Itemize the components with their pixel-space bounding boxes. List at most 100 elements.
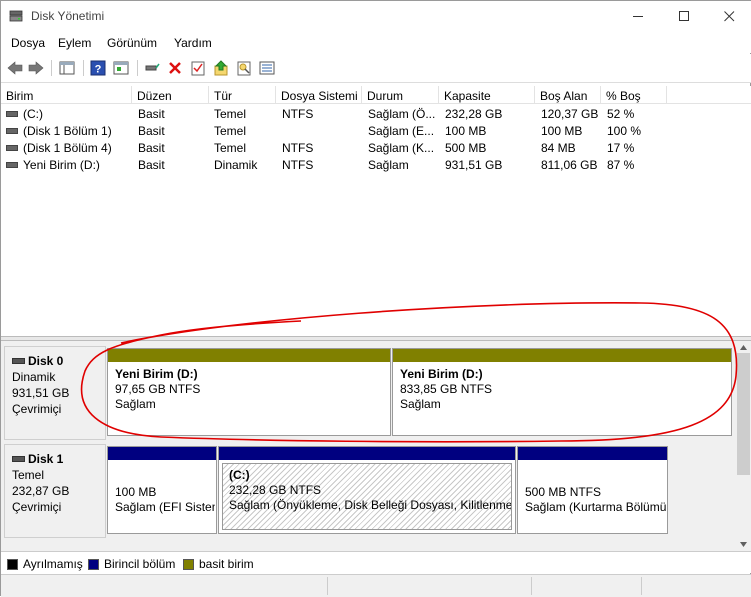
partition-title: Yeni Birim (D:) [115,367,198,381]
forward-button[interactable] [26,59,46,77]
table-row[interactable]: Yeni Birim (D:) Basit Dinamik NTFS Sağla… [1,156,751,173]
list-icon [259,61,275,75]
list-button[interactable] [257,59,277,77]
partition-disk1-2[interactable]: (C:) 232,28 GB NTFS Sağlam (Önyükleme, D… [218,446,516,534]
cell-birim: Yeni Birim (D:) [23,158,100,172]
cell-kapasite: 100 MB [445,124,487,138]
connect-icon [145,63,160,71]
cell-kapasite: 500 MB [445,141,487,155]
scroll-down-icon[interactable] [740,542,747,547]
menu-dosya[interactable]: Dosya [11,36,45,50]
partition-status: Sağlam [115,397,156,411]
menu-gorunum[interactable]: Görünüm [107,36,157,50]
legend-swatch [7,558,18,570]
column-header-yuzde-bos[interactable]: % Boş [601,86,667,104]
vertical-scrollbar[interactable] [735,341,751,551]
cell-bos-alan: 120,37 GB [541,107,599,121]
volume-icon [6,127,18,134]
minimize-icon [632,15,643,17]
partition-disk0-2[interactable]: Yeni Birim (D:) 833,85 GB NTFS Sağlam [392,348,732,436]
search-button[interactable] [234,59,254,77]
partition-status: Sağlam (Kurtarma Bölümü [525,500,666,514]
partition-status: Sağlam (EFI Sisten [115,500,215,514]
column-header-duzen[interactable]: Düzen [132,86,209,104]
cell-durum: Sağlam (Ö... [368,107,436,121]
table-header: Birim Düzen Tür Dosya Sistemi Durum Kapa… [1,86,751,104]
cell-bos-alan: 100 MB [541,124,583,138]
partition-bar-primary [518,447,667,460]
checklist-button[interactable] [188,59,208,77]
cell-dosya-sistemi [282,122,362,139]
cell-tur: Dinamik [214,158,258,172]
column-header-tur[interactable]: Tür [209,86,276,104]
disk-state: Çevrimiçi [12,402,62,416]
toolbar-separator [83,60,84,76]
svg-text:?: ? [95,64,102,76]
table-row[interactable]: (C:) Basit Temel NTFS Sağlam (Ö... 232,2… [1,105,751,122]
cell-bos-alan: 84 MB [541,141,576,155]
column-header-kapasite[interactable]: Kapasite [439,86,535,104]
connect-button[interactable] [142,59,162,77]
disk-0-info[interactable]: Disk 0 Dinamik 931,51 GB Çevrimiçi [4,346,106,440]
toolbar: ? [1,54,751,83]
close-button[interactable] [706,1,751,31]
scroll-up-icon[interactable] [740,345,747,350]
cell-dosya-sistemi: NTFS [282,158,314,172]
column-header-dosya-sistemi[interactable]: Dosya Sistemi [276,86,362,104]
partition-size: 100 MB [115,485,157,499]
search-icon [237,61,251,76]
toolbar-separator [51,60,52,76]
partition-disk1-1[interactable]: 100 MB Sağlam (EFI Sisten [107,446,217,534]
legend-swatch [88,558,99,570]
disk-name: Disk 0 [28,354,64,368]
partition-disk0-1[interactable]: Yeni Birim (D:) 97,65 GB NTFS Sağlam [107,348,391,436]
partition-status: Sağlam [400,397,441,411]
disk-1-info[interactable]: Disk 1 Temel 232,87 GB Çevrimiçi [4,444,106,538]
cell-durum: Sağlam (K... [368,141,435,155]
cell-dosya-sistemi: NTFS [282,141,314,155]
cell-dosya-sistemi: NTFS [282,107,314,121]
scrollbar-thumb[interactable] [737,353,750,475]
console-tree-button[interactable] [57,59,77,77]
column-header-bos-alan[interactable]: Boş Alan [535,86,601,104]
partition-disk1-3[interactable]: 500 MB NTFS Sağlam (Kurtarma Bölümü [517,446,668,534]
cell-yuzde-bos: 100 % [607,124,642,138]
properties-button[interactable] [111,59,131,77]
disk-type: Temel [12,468,45,482]
console-tree-icon [59,61,75,75]
table-row[interactable]: (Disk 1 Bölüm 4) Basit Temel NTFS Sağlam… [1,139,751,156]
partition-title: (C:) [229,468,250,482]
cell-duzen: Basit [138,141,165,155]
delete-button[interactable] [165,59,185,77]
volume-list: Birim Düzen Tür Dosya Sistemi Durum Kapa… [1,86,751,336]
cell-yuzde-bos: 17 % [607,141,635,155]
properties-icon [113,61,129,75]
menu-yardim[interactable]: Yardım [174,36,212,50]
column-header-birim[interactable]: Birim [1,86,132,104]
minimize-button[interactable] [615,1,661,31]
cell-duzen: Basit [138,107,165,121]
help-button[interactable]: ? [88,59,108,77]
status-separator [641,577,642,595]
table-row[interactable]: (Disk 1 Bölüm 1) Basit Temel Sağlam (E..… [1,122,751,139]
cell-yuzde-bos: 52 % [607,107,635,121]
partition-bar-primary [108,447,216,460]
maximize-button[interactable] [661,1,707,31]
cell-duzen: Basit [138,158,165,172]
menu-eylem[interactable]: Eylem [58,36,91,50]
disk-management-icon [9,10,23,22]
partition-size: 97,65 GB NTFS [115,382,201,396]
upload-button[interactable] [211,59,231,77]
cell-tur: Temel [214,141,247,155]
window-title: Disk Yönetimi [31,9,105,23]
disk-type: Dinamik [12,370,56,384]
disk-size: 931,51 GB [12,386,70,400]
toolbar-separator [137,60,138,76]
column-header-durum[interactable]: Durum [362,86,439,104]
status-separator [327,577,328,595]
partition-bar-simple [393,349,731,362]
disk-management-window: Disk Yönetimi Dosya Eylem Görünüm Yardım [0,0,751,597]
partition-size: 833,85 GB NTFS [400,382,493,396]
back-button[interactable] [5,59,25,77]
maximize-icon [678,10,689,21]
